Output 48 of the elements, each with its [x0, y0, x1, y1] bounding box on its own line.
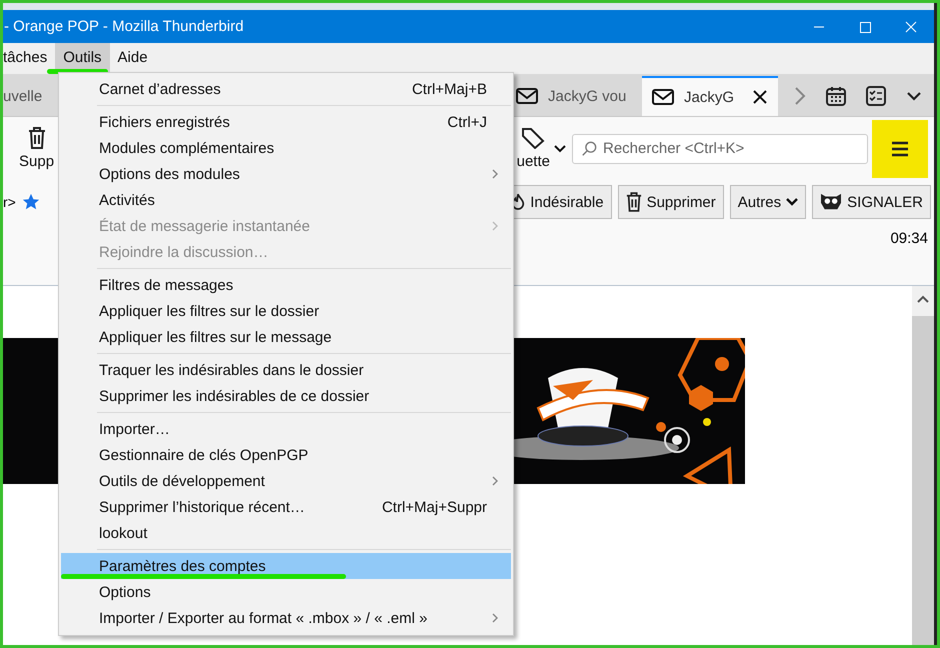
tag-icon	[521, 127, 546, 149]
menu-item[interactable]: Appliquer les filtres sur le dossier	[61, 298, 511, 324]
star-icon[interactable]	[22, 193, 40, 211]
menu-item[interactable]: Options	[61, 579, 511, 605]
task-list-icon[interactable]	[866, 86, 886, 106]
search-field[interactable]: Rechercher <Ctrl+K>	[572, 134, 868, 164]
menu-button[interactable]	[872, 120, 928, 178]
menu-item[interactable]: Outils de développement	[61, 468, 511, 494]
trash-icon	[28, 127, 46, 149]
header-button[interactable]: Autres	[730, 185, 806, 219]
tab-label: JackyG	[684, 88, 736, 106]
menu-item[interactable]: Appliquer les filtres sur le message	[61, 324, 511, 350]
menu-item[interactable]: Paramètres des comptes	[61, 553, 511, 579]
menu-item[interactable]: Supprimer les indésirables de ce dossier	[61, 383, 511, 409]
close-icon[interactable]	[752, 89, 768, 105]
menu-item[interactable]: Filtres de messages	[61, 272, 511, 298]
scroll-up-icon[interactable]	[917, 295, 929, 303]
menu-item[interactable]: Importer / Exporter au format « .mbox » / « .eml »	[61, 605, 511, 631]
envelope-icon	[516, 88, 538, 104]
menu-item[interactable]: Modules complémentaires	[61, 135, 511, 161]
menu-item[interactable]: Traquer les indésirables dans le dossier	[61, 357, 511, 383]
flame-icon	[511, 193, 526, 211]
delete-button[interactable]: Supp	[19, 127, 54, 170]
search-icon	[581, 140, 597, 156]
menu-item[interactable]: Gestionnaire de clés OpenPGP	[61, 442, 511, 468]
menu-bar-item[interactable]: tâches	[3, 43, 56, 74]
menu-item[interactable]: lookout	[61, 520, 511, 546]
tab[interactable]: JackyG	[642, 76, 778, 116]
menu-item[interactable]: Importer…	[61, 416, 511, 442]
menu-item[interactable]: Supprimer l’historique récent… Ctrl+Maj+Suppr	[61, 494, 511, 520]
header-button[interactable]: Supprimer	[618, 185, 724, 219]
calendar-icon[interactable]	[826, 86, 846, 106]
caret-icon	[786, 198, 798, 206]
sender-text: r>	[3, 194, 16, 210]
header-button[interactable]: SIGNALER	[812, 185, 931, 219]
envelope-icon	[652, 89, 674, 105]
owl-icon	[820, 192, 842, 212]
tag-button[interactable]: uette	[516, 127, 550, 170]
chevron-down-icon[interactable]	[906, 91, 922, 101]
time-text: 09:34	[890, 230, 928, 247]
menu-item[interactable]: Options des modules	[61, 161, 511, 187]
trash-icon	[626, 192, 642, 212]
menu-icon	[891, 140, 909, 156]
tab-label: JackyG vou	[548, 88, 628, 104]
scrollbar[interactable]	[912, 286, 934, 645]
caret-icon[interactable]	[554, 144, 566, 152]
window-title: - Orange POP - Mozilla Thunderbird	[3, 18, 245, 35]
menu-bar-item[interactable]: Aide	[110, 43, 156, 74]
